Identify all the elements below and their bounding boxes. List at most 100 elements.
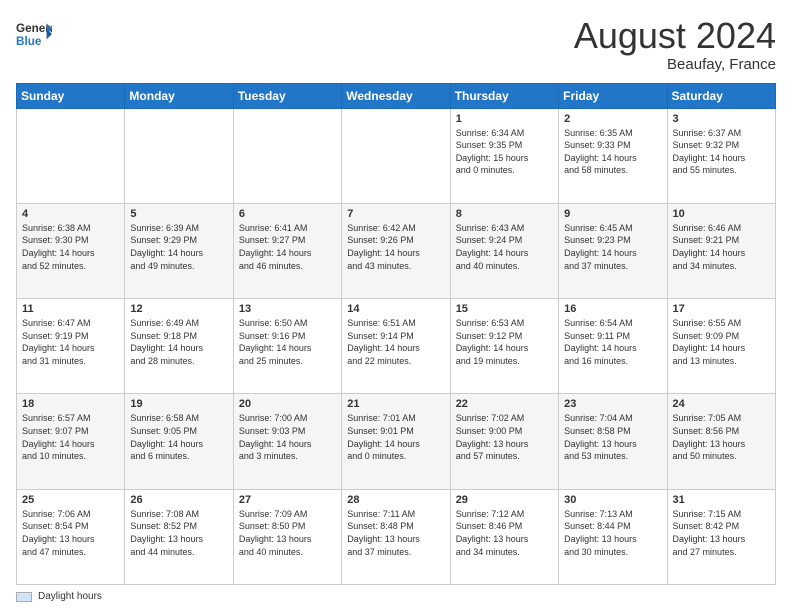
day-info: Sunrise: 6:53 AMSunset: 9:12 PMDaylight:…	[456, 317, 553, 367]
table-row: 30 Sunrise: 7:13 AMSunset: 8:44 PMDayligh…	[559, 489, 667, 584]
table-row: 11Sunrise: 6:47 AMSunset: 9:19 PMDayligh…	[17, 299, 125, 394]
calendar-table: Sunday Monday Tuesday Wednesday Thursday…	[16, 83, 776, 585]
day-info: Sunrise: 6:49 AMSunset: 9:18 PMDaylight:…	[130, 317, 227, 367]
day-info: Sunrise: 7:15 AMSunset: 8:42 PMDaylight:…	[673, 508, 770, 558]
table-row: 25 Sunrise: 7:06 AMSunset: 8:54 PMDayligh…	[17, 489, 125, 584]
day-number: 7	[347, 208, 444, 220]
day-number: 31	[673, 494, 770, 506]
col-saturday: Saturday	[667, 83, 775, 108]
svg-text:Blue: Blue	[16, 35, 42, 48]
table-row: 24Sunrise: 7:05 AMSunset: 8:56 PMDayligh…	[667, 394, 775, 489]
day-number: 21	[347, 398, 444, 410]
day-info: Sunrise: 6:47 AMSunset: 9:19 PMDaylight:…	[22, 317, 119, 367]
legend-label: Daylight hours	[38, 591, 102, 602]
col-monday: Monday	[125, 83, 233, 108]
day-number: 1	[456, 113, 553, 125]
table-row: 19 Sunrise: 6:58 AMSunset: 9:05 PMDayligh…	[125, 394, 233, 489]
day-number: 13	[239, 303, 336, 315]
day-number: 23	[564, 398, 661, 410]
table-row	[342, 108, 450, 203]
table-row: 31 Sunrise: 7:15 AMSunset: 8:42 PMDayligh…	[667, 489, 775, 584]
table-row: 6Sunrise: 6:41 AMSunset: 9:27 PMDaylight…	[233, 203, 341, 298]
day-info: Sunrise: 6:55 AMSunset: 9:09 PMDaylight:…	[673, 317, 770, 367]
day-number: 6	[239, 208, 336, 220]
table-row	[233, 108, 341, 203]
col-sunday: Sunday	[17, 83, 125, 108]
day-number: 27	[239, 494, 336, 506]
table-row: 22 Sunrise: 7:02 AMSunset: 9:00 PMDayligh…	[450, 394, 558, 489]
day-number: 28	[347, 494, 444, 506]
table-row: 2 Sunrise: 6:35 AMSunset: 9:33 PMDaylight…	[559, 108, 667, 203]
table-row: 21 Sunrise: 7:01 AMSunset: 9:01 PMDayligh…	[342, 394, 450, 489]
day-number: 4	[22, 208, 119, 220]
table-row: 1 Sunrise: 6:34 AMSunset: 9:35 PMDaylight…	[450, 108, 558, 203]
page: General Blue August 2024 Beaufay, France…	[0, 0, 792, 612]
calendar-week-row: 11Sunrise: 6:47 AMSunset: 9:19 PMDayligh…	[17, 299, 776, 394]
table-row: 23Sunrise: 7:04 AMSunset: 8:58 PMDayligh…	[559, 394, 667, 489]
day-number: 25	[22, 494, 119, 506]
table-row: 8 Sunrise: 6:43 AMSunset: 9:24 PMDaylight…	[450, 203, 558, 298]
day-info: Sunrise: 6:54 AMSunset: 9:11 PMDaylight:…	[564, 317, 661, 367]
day-info: Sunrise: 7:00 AMSunset: 9:03 PMDaylight:…	[239, 412, 336, 462]
day-number: 15	[456, 303, 553, 315]
month-title: August 2024	[574, 16, 776, 56]
day-info: Sunrise: 6:35 AMSunset: 9:33 PMDaylight:…	[564, 127, 661, 177]
table-row: 12 Sunrise: 6:49 AMSunset: 9:18 PMDayligh…	[125, 299, 233, 394]
calendar-header-row: Sunday Monday Tuesday Wednesday Thursday…	[17, 83, 776, 108]
day-info: Sunrise: 6:39 AMSunset: 9:29 PMDaylight:…	[130, 222, 227, 272]
day-info: Sunrise: 6:38 AMSunset: 9:30 PMDaylight:…	[22, 222, 119, 272]
legend: Daylight hours	[16, 591, 776, 602]
col-wednesday: Wednesday	[342, 83, 450, 108]
day-number: 20	[239, 398, 336, 410]
table-row: 29Sunrise: 7:12 AMSunset: 8:46 PMDayligh…	[450, 489, 558, 584]
day-info: Sunrise: 6:51 AMSunset: 9:14 PMDaylight:…	[347, 317, 444, 367]
col-tuesday: Tuesday	[233, 83, 341, 108]
day-number: 8	[456, 208, 553, 220]
day-info: Sunrise: 6:58 AMSunset: 9:05 PMDaylight:…	[130, 412, 227, 462]
table-row: 26Sunrise: 7:08 AMSunset: 8:52 PMDayligh…	[125, 489, 233, 584]
table-row: 14 Sunrise: 6:51 AMSunset: 9:14 PMDayligh…	[342, 299, 450, 394]
day-number: 30	[564, 494, 661, 506]
day-info: Sunrise: 7:02 AMSunset: 9:00 PMDaylight:…	[456, 412, 553, 462]
calendar-week-row: 25 Sunrise: 7:06 AMSunset: 8:54 PMDayligh…	[17, 489, 776, 584]
day-info: Sunrise: 6:37 AMSunset: 9:32 PMDaylight:…	[673, 127, 770, 177]
day-number: 10	[673, 208, 770, 220]
table-row: 4 Sunrise: 6:38 AMSunset: 9:30 PMDaylight…	[17, 203, 125, 298]
legend-box	[16, 592, 32, 602]
table-row: 13Sunrise: 6:50 AMSunset: 9:16 PMDayligh…	[233, 299, 341, 394]
day-number: 17	[673, 303, 770, 315]
table-row: 7 Sunrise: 6:42 AMSunset: 9:26 PMDaylight…	[342, 203, 450, 298]
day-number: 12	[130, 303, 227, 315]
day-number: 26	[130, 494, 227, 506]
logo: General Blue	[16, 16, 52, 52]
table-row: 3Sunrise: 6:37 AMSunset: 9:32 PMDaylight…	[667, 108, 775, 203]
col-friday: Friday	[559, 83, 667, 108]
day-number: 9	[564, 208, 661, 220]
day-number: 16	[564, 303, 661, 315]
day-info: Sunrise: 6:42 AMSunset: 9:26 PMDaylight:…	[347, 222, 444, 272]
header: General Blue August 2024 Beaufay, France	[16, 16, 776, 73]
day-info: Sunrise: 7:13 AMSunset: 8:44 PMDaylight:…	[564, 508, 661, 558]
table-row: 20 Sunrise: 7:00 AMSunset: 9:03 PMDayligh…	[233, 394, 341, 489]
table-row: 28 Sunrise: 7:11 AMSunset: 8:48 PMDayligh…	[342, 489, 450, 584]
day-number: 22	[456, 398, 553, 410]
table-row: 15 Sunrise: 6:53 AMSunset: 9:12 PMDayligh…	[450, 299, 558, 394]
day-info: Sunrise: 7:05 AMSunset: 8:56 PMDaylight:…	[673, 412, 770, 462]
day-number: 2	[564, 113, 661, 125]
day-info: Sunrise: 6:34 AMSunset: 9:35 PMDaylight:…	[456, 127, 553, 177]
table-row	[125, 108, 233, 203]
day-number: 19	[130, 398, 227, 410]
day-info: Sunrise: 7:06 AMSunset: 8:54 PMDaylight:…	[22, 508, 119, 558]
day-info: Sunrise: 7:11 AMSunset: 8:48 PMDaylight:…	[347, 508, 444, 558]
day-info: Sunrise: 6:43 AMSunset: 9:24 PMDaylight:…	[456, 222, 553, 272]
table-row: 18Sunrise: 6:57 AMSunset: 9:07 PMDayligh…	[17, 394, 125, 489]
location: Beaufay, France	[574, 56, 776, 73]
calendar-week-row: 1 Sunrise: 6:34 AMSunset: 9:35 PMDaylight…	[17, 108, 776, 203]
day-info: Sunrise: 6:57 AMSunset: 9:07 PMDaylight:…	[22, 412, 119, 462]
day-number: 29	[456, 494, 553, 506]
day-info: Sunrise: 6:45 AMSunset: 9:23 PMDaylight:…	[564, 222, 661, 272]
day-info: Sunrise: 7:01 AMSunset: 9:01 PMDaylight:…	[347, 412, 444, 462]
table-row: 5Sunrise: 6:39 AMSunset: 9:29 PMDaylight…	[125, 203, 233, 298]
day-number: 14	[347, 303, 444, 315]
calendar-week-row: 4 Sunrise: 6:38 AMSunset: 9:30 PMDaylight…	[17, 203, 776, 298]
